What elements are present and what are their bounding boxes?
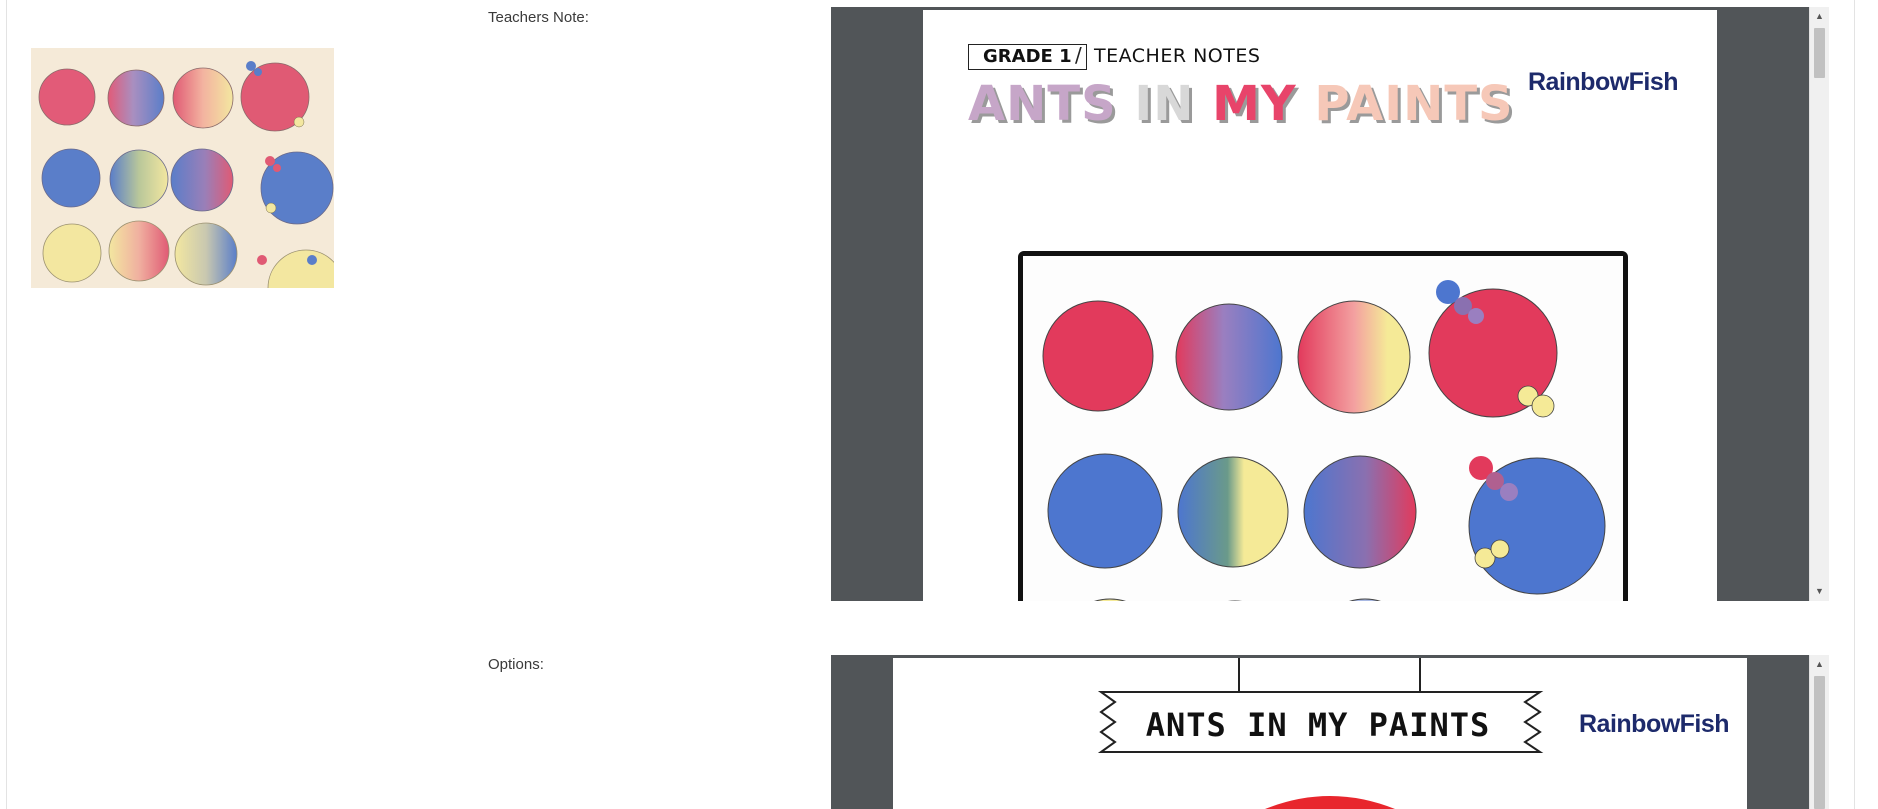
pdf-page: ANTS IN MY PAINTS RainbowFish — [893, 658, 1747, 809]
document-title: ANTS IN MY PAINTS — [968, 76, 1514, 132]
scrollbar-thumb[interactable] — [1814, 676, 1825, 809]
right-border — [1854, 0, 1855, 809]
grade-divider: / — [1075, 43, 1082, 67]
teachers-note-pdf-viewer[interactable]: GRADE 1 / TEACHER NOTES ANTS IN MY PAINT… — [831, 7, 1829, 601]
title-word: MY — [1212, 76, 1297, 132]
thumbnail-image — [31, 48, 334, 288]
rainbowfish-logo: RainbowFish — [1528, 68, 1679, 96]
scroll-up-arrow-icon[interactable]: ▲ — [1810, 656, 1829, 673]
scroll-up-arrow-icon[interactable]: ▲ — [1810, 8, 1829, 25]
scrollbar-thumb[interactable] — [1814, 28, 1825, 78]
rainbowfish-logo: RainbowFish — [1579, 710, 1730, 738]
options-pdf-viewer[interactable]: ANTS IN MY PAINTS RainbowFish ▲ — [831, 655, 1829, 809]
grade-badge: GRADE 1 — [968, 44, 1087, 70]
watercolor-circles-illustration — [1023, 256, 1623, 601]
pdf-page: GRADE 1 / TEACHER NOTES ANTS IN MY PAINT… — [923, 10, 1717, 601]
teachers-note-label: Teachers Note: — [488, 9, 589, 26]
options-label: Options: — [488, 656, 544, 673]
pdf-scrollbar[interactable]: ▲ ▼ — [1809, 7, 1829, 601]
title-word: PAINTS — [1314, 76, 1514, 132]
title-word: IN — [1134, 76, 1195, 132]
pdf-scrollbar[interactable]: ▲ — [1809, 655, 1829, 809]
worksheet-photo — [1018, 251, 1628, 601]
document-subtitle: TEACHER NOTES — [1094, 45, 1261, 67]
left-border — [6, 0, 7, 809]
scroll-down-arrow-icon[interactable]: ▼ — [1810, 583, 1829, 600]
title-word: ANTS — [968, 76, 1117, 132]
product-thumbnail[interactable] — [31, 48, 334, 288]
banner-title: ANTS IN MY PAINTS — [1145, 706, 1491, 744]
